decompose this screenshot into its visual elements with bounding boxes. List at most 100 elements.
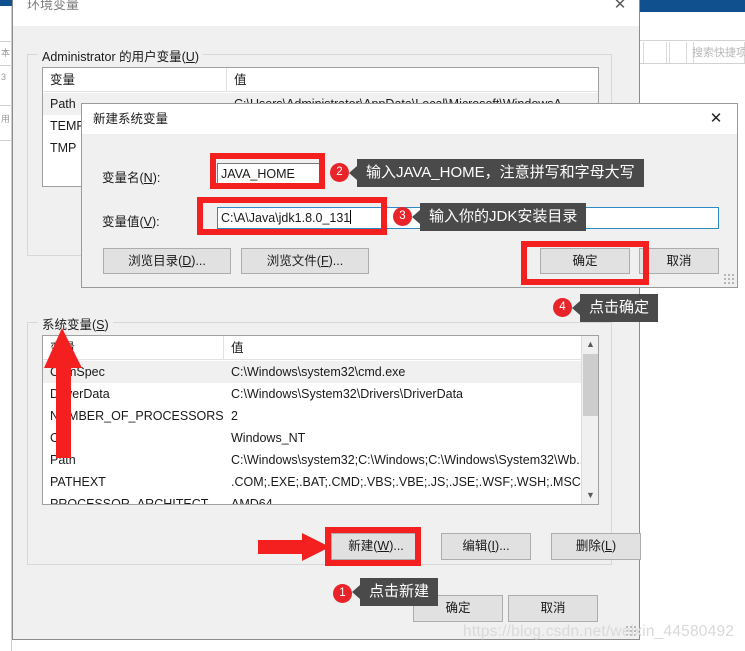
new-button-suffix: )...: [389, 539, 404, 553]
cell-variable-value: .COM;.EXE;.BAT;.CMD;.VBS;.VBE;.JS;.JSE;.…: [231, 475, 581, 489]
left-sliver-rule: [0, 41, 12, 42]
variable-value-label-accel: V: [143, 215, 153, 229]
left-sliver-rule: [0, 65, 12, 66]
scrollbar-thumb[interactable]: [583, 354, 598, 416]
table-row[interactable]: NUMBER_OF_PROCESSORS 2: [43, 405, 583, 427]
text-caret: [350, 210, 352, 224]
background-app-titlebar: [640, 0, 745, 12]
scroll-up-icon[interactable]: ▲: [582, 336, 598, 353]
browse-file-accel: F: [320, 254, 329, 268]
user-variables-header: 变量 值: [43, 68, 598, 92]
left-sliver-rule: [0, 140, 12, 141]
table-row[interactable]: PATHEXT .COM;.EXE;.BAT;.CMD;.VBS;.VBE;.J…: [43, 471, 583, 493]
edit-system-variable-button[interactable]: 编辑(I)...: [441, 533, 531, 560]
variable-name-label-suffix: ):: [152, 171, 161, 185]
table-row[interactable]: ComSpec C:\Windows\system32\cmd.exe: [43, 361, 583, 383]
step-2-callout: 输入JAVA_HOME，注意拼写和字母大写: [349, 159, 644, 187]
cell-variable-name: NUMBER_OF_PROCESSORS: [50, 409, 224, 423]
browse-directory-suffix: )...: [191, 254, 206, 268]
left-sliver-titlebar: [0, 0, 12, 6]
variable-name-label-accel: N: [143, 171, 153, 185]
delete-button-accel: L: [605, 539, 612, 553]
edit-button-prefix: 编辑(: [462, 539, 492, 553]
close-icon[interactable]: ✕: [701, 104, 731, 134]
cell-variable-value: C:\Windows\system32\cmd.exe: [231, 365, 406, 379]
system-variables-scrollbar[interactable]: ▲ ▼: [581, 336, 598, 504]
variable-value-label-prefix: 变量值(: [102, 215, 144, 229]
column-header-variable[interactable]: 变量: [43, 68, 227, 92]
cell-variable-value: 2: [231, 409, 238, 423]
variable-name-label-prefix: 变量名(: [102, 171, 144, 185]
system-variables-header: 变量 值: [43, 336, 598, 360]
background-application-window: 搜索快捷项: [640, 0, 745, 651]
user-variables-legend-prefix: Administrator 的用户变量(: [42, 50, 186, 64]
system-variables-listview[interactable]: 变量 值 ComSpec C:\Windows\system32\cmd.exe…: [42, 335, 599, 505]
step-1-badge: 1: [333, 584, 352, 603]
left-sliver-ghost-text: 3: [1, 72, 7, 82]
column-header-variable[interactable]: 变量: [43, 336, 224, 360]
variable-value-label-suffix: ):: [152, 215, 160, 229]
user-variables-legend-accel: U: [185, 50, 195, 64]
variable-name-input[interactable]: JAVA_HOME: [217, 163, 321, 185]
cell-variable-value: C:\Windows\system32;C:\Windows;C:\Window…: [231, 453, 587, 467]
cell-variable-value: C:\Windows\System32\Drivers\DriverData: [231, 387, 463, 401]
dialog-resize-grip[interactable]: [723, 273, 734, 284]
step-2-badge: 2: [330, 163, 349, 182]
screenshot-root: 搜索快捷项 本 3 用 环境变量 ✕ Administrator 的用户变量(U…: [0, 0, 745, 651]
left-sliver-ghost-text: 用: [1, 114, 11, 124]
cell-variable-name: TEMP: [50, 119, 85, 133]
table-row[interactable]: Path C:\Windows\system32;C:\Windows;C:\W…: [43, 449, 587, 471]
cell-variable-name: Path: [50, 453, 76, 467]
browse-file-button[interactable]: 浏览文件(F)...: [241, 248, 369, 274]
close-icon[interactable]: ✕: [609, 0, 631, 18]
background-ribbon-cell: [669, 42, 687, 63]
left-background-window-sliver: 本 3 用: [0, 0, 12, 651]
dialog-cancel-button[interactable]: 取消: [639, 248, 719, 274]
table-row[interactable]: PROCESSOR_ARCHITECT... AMD64: [43, 493, 583, 505]
step-3-callout: 输入你的JDK安装目录: [411, 203, 587, 231]
cell-variable-name: PATHEXT: [50, 475, 106, 489]
environment-variables-window: 环境变量 ✕ Administrator 的用户变量(U) 变量 值 Path …: [12, 0, 641, 640]
step-4-callout: 点击确定: [571, 294, 659, 322]
dialog-title: 新建系统变量: [93, 112, 169, 126]
user-variables-legend-suffix: ): [194, 50, 199, 64]
column-header-value[interactable]: 值: [227, 68, 598, 92]
column-header-value[interactable]: 值: [224, 336, 583, 360]
watermark: https://blog.csdn.net/weixin_44580492: [463, 623, 735, 640]
step-1-callout: 点击新建: [351, 578, 439, 606]
cell-variable-name: Path: [50, 97, 76, 111]
new-system-variable-button[interactable]: 新建(W)...: [331, 533, 421, 560]
browse-directory-button[interactable]: 浏览目录(D)...: [103, 248, 231, 274]
edit-button-suffix: )...: [495, 539, 510, 553]
left-sliver-ghost-text: 本: [1, 48, 11, 58]
env-window-title: 环境变量: [27, 0, 80, 12]
system-variables-legend-suffix: ): [104, 318, 109, 332]
new-button-accel: W: [377, 539, 390, 553]
table-row[interactable]: DriverData C:\Windows\System32\Drivers\D…: [43, 383, 583, 405]
env-window-titlebar: 环境变量 ✕: [13, 0, 639, 26]
cell-variable-name: ComSpec: [50, 365, 105, 379]
new-system-variable-dialog: 新建系统变量 ✕ 变量名(N): JAVA_HOME 变量值(V): C:\A\…: [81, 103, 738, 288]
new-button-prefix: 新建(: [348, 539, 378, 553]
cell-variable-name: TMP: [50, 141, 77, 155]
system-variables-legend-prefix: 系统变量(: [42, 318, 97, 332]
dialog-ok-button[interactable]: 确定: [540, 248, 630, 274]
step-3-badge: 3: [393, 207, 412, 226]
delete-button-suffix: ): [611, 539, 617, 553]
browse-file-suffix: )...: [328, 254, 344, 268]
table-row[interactable]: OS Windows_NT: [43, 427, 583, 449]
variable-value-text: C:\A\Java\jdk1.8.0_131: [221, 211, 351, 225]
scroll-down-icon[interactable]: ▼: [582, 487, 598, 504]
browse-directory-accel: D: [182, 254, 192, 268]
delete-system-variable-button[interactable]: 删除(L): [551, 533, 641, 560]
left-sliver-rule: [0, 105, 12, 106]
user-variables-legend: Administrator 的用户变量(U): [38, 46, 203, 65]
step-4-badge: 4: [553, 298, 572, 317]
cell-variable-value: AMD64: [231, 497, 273, 505]
cell-variable-name: PROCESSOR_ARCHITECT...: [50, 497, 218, 505]
browse-directory-prefix: 浏览目录(: [128, 254, 183, 268]
env-cancel-button[interactable]: 取消: [508, 595, 598, 622]
dialog-titlebar: 新建系统变量 ✕: [82, 104, 737, 134]
variable-name-label: 变量名(N):: [102, 167, 160, 186]
cell-variable-value: Windows_NT: [231, 431, 306, 445]
